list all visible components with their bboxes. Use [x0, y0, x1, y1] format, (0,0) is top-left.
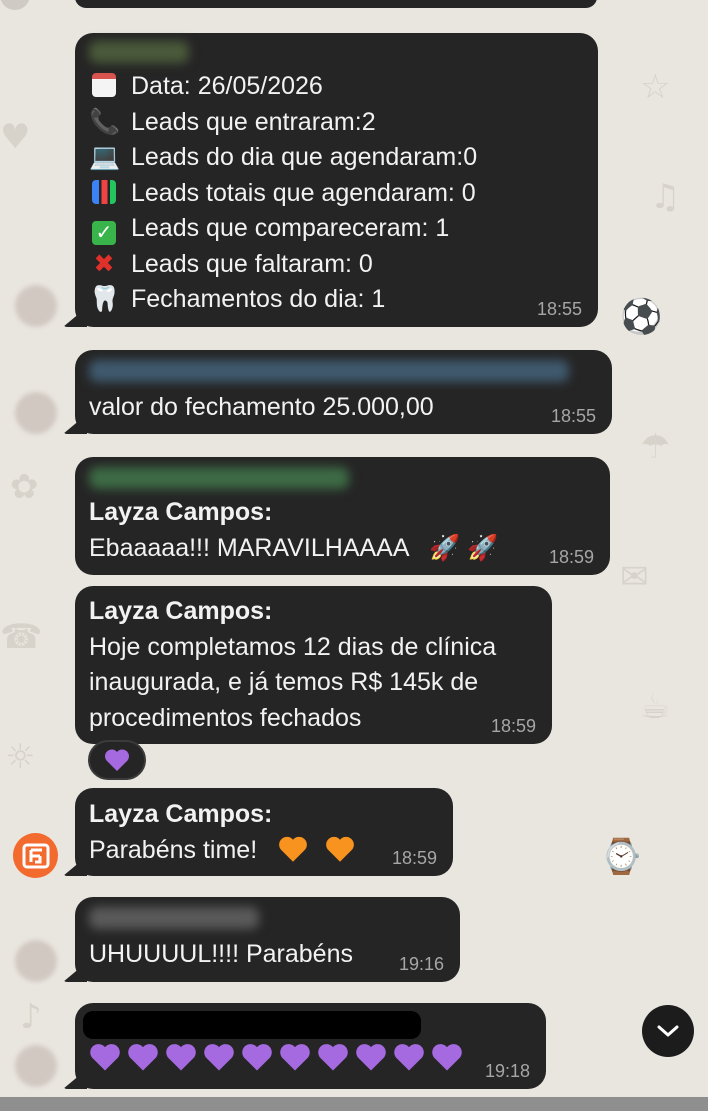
report-line: 💻 Leads do dia que agendaram:0: [89, 140, 598, 176]
reaction-badge[interactable]: [88, 740, 146, 780]
quoted-name-redacted: [89, 467, 349, 489]
calendar-icon: [89, 69, 119, 105]
sender-name: Layza Campos:: [89, 597, 273, 625]
report-line: 🦷 Fechamentos do dia: 1: [89, 282, 598, 318]
purple-heart-icon: [104, 749, 130, 771]
message-line: Hoje completamos 12 dias de clínica: [89, 632, 497, 661]
purple-heart-icon: [166, 1044, 196, 1071]
report-lines: Data: 26/05/2026 📞 Leads que entraram:2 💻 Le…: [89, 69, 598, 318]
sender-name-redacted: [89, 41, 189, 63]
purple-heart-icon: [242, 1044, 272, 1071]
tooth-icon: 🦷: [89, 285, 121, 313]
purple-heart-icon: [128, 1044, 158, 1071]
bottom-bar: [0, 1097, 708, 1111]
avatar[interactable]: [15, 392, 57, 434]
purple-heart-icon: [90, 1044, 120, 1071]
quoted-text-redacted: [89, 360, 569, 382]
hearts-message-bubble[interactable]: 19:18: [75, 1003, 546, 1089]
message-text: Ebaaaaa!!! MARAVILHAAAA: [89, 533, 409, 562]
message-text: Parabéns time!: [89, 835, 258, 864]
purple-heart-icon: [204, 1044, 234, 1071]
message-text: valor do fechamento 25.000,00: [89, 393, 434, 421]
report-line: 📞 Leads que entraram:2: [89, 105, 598, 141]
ebaaaa-message-bubble[interactable]: Layza Campos: Ebaaaaa!!! MARAVILHAAAA 🚀 …: [75, 457, 610, 575]
purple-heart-icon: [432, 1044, 462, 1071]
report-line-text: Leads que faltaram: 0: [131, 249, 373, 278]
purple-heart-icon: [394, 1044, 424, 1071]
chevron-down-icon: [657, 1025, 679, 1037]
scroll-to-bottom-button[interactable]: [642, 1005, 694, 1057]
avatar[interactable]: [15, 285, 57, 327]
fechamento-message-bubble[interactable]: valor do fechamento 25.000,00 18:55: [75, 350, 612, 434]
report-line-text: Leads do dia que agendaram:0: [131, 143, 478, 171]
uhuuuul-message-bubble[interactable]: UHUUUUL!!!! Parabéns 19:16: [75, 897, 460, 982]
message-line: inaugurada, e já temos R$ 145k de: [89, 668, 479, 696]
message-time: 19:16: [398, 954, 444, 974]
message-line: procedimentos fechados: [89, 703, 362, 732]
report-line-text: Leads que compareceram: 1: [131, 214, 450, 242]
laptop-icon: 💻: [89, 143, 121, 171]
telephone-receiver-icon: 📞: [89, 107, 121, 136]
brand-logo-avatar[interactable]: [13, 833, 58, 878]
check-mark-button-icon: ✓: [89, 211, 119, 247]
sender-name-redacted: [89, 907, 259, 929]
message-time: 18:55: [536, 299, 582, 319]
redaction-bar: [83, 1011, 421, 1039]
message-time: 18:59: [548, 547, 594, 567]
report-line: Data: 26/05/2026: [89, 69, 598, 105]
report-line-text: Leads que entraram:2: [131, 107, 376, 136]
orange-heart-icon: [278, 836, 355, 864]
purple-heart-icon: [356, 1044, 386, 1071]
hearts-row: [89, 1041, 546, 1077]
report-line: ✖ Leads que faltaram: 0: [89, 247, 598, 283]
rocket-icon: 🚀 🚀: [429, 533, 499, 562]
sender-name: Layza Campos:: [89, 498, 273, 526]
bar-chart-icon: [89, 176, 119, 212]
avatar[interactable]: [15, 1045, 57, 1087]
report-line-text: Leads totais que agendaram: 0: [131, 178, 476, 207]
previous-message-bubble: [75, 0, 597, 8]
avatar[interactable]: [15, 940, 57, 982]
purple-heart-icon: [318, 1044, 348, 1071]
report-line: Leads totais que agendaram: 0: [89, 176, 598, 212]
brand-logo-icon: [22, 843, 49, 868]
report-line-text: Fechamentos do dia: 1: [131, 285, 386, 313]
sender-name: Layza Campos:: [89, 800, 273, 828]
parabens-message-bubble[interactable]: Layza Campos: Parabéns time! 18:59: [75, 788, 453, 876]
message-time: 18:59: [391, 848, 437, 868]
cross-mark-icon: ✖: [93, 249, 115, 278]
report-line-text: Data: 26/05/2026: [131, 72, 323, 100]
message-time: 18:55: [550, 406, 596, 426]
message-time: 19:18: [484, 1061, 530, 1081]
report-line: ✓ Leads que compareceram: 1: [89, 211, 598, 247]
report-message-bubble[interactable]: Data: 26/05/2026 📞 Leads que entraram:2 💻 Le…: [75, 33, 598, 327]
clinica-message-bubble[interactable]: Layza Campos: Hoje completamos 12 dias d…: [75, 586, 552, 744]
message-time: 18:59: [490, 716, 536, 736]
purple-heart-icon: [280, 1044, 310, 1071]
